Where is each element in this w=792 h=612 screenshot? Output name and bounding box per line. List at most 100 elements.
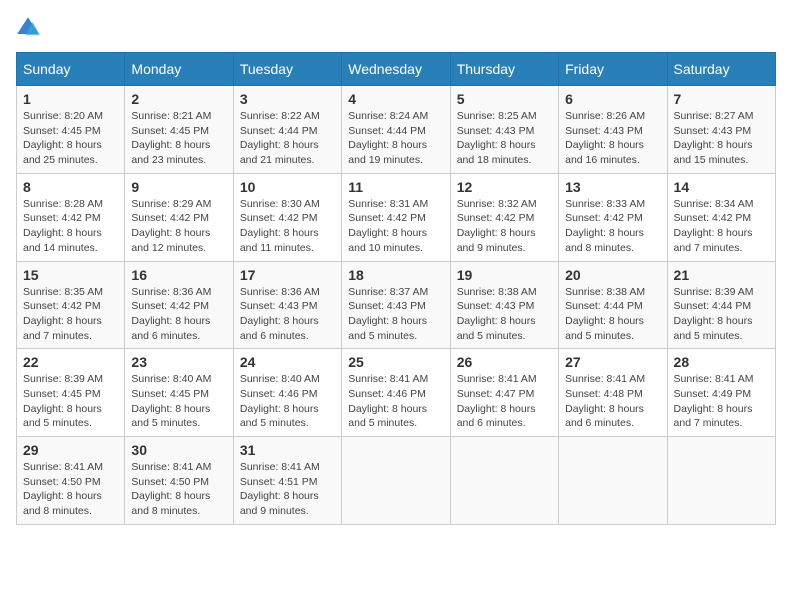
calendar-cell: 29 Sunrise: 8:41 AM Sunset: 4:50 PM Dayl… bbox=[17, 437, 125, 525]
day-number: 9 bbox=[131, 179, 226, 195]
calendar-cell: 5 Sunrise: 8:25 AM Sunset: 4:43 PM Dayli… bbox=[450, 86, 558, 174]
day-info: Sunrise: 8:31 AM Sunset: 4:42 PM Dayligh… bbox=[348, 197, 443, 256]
day-number: 5 bbox=[457, 91, 552, 107]
calendar-cell: 8 Sunrise: 8:28 AM Sunset: 4:42 PM Dayli… bbox=[17, 173, 125, 261]
day-number: 28 bbox=[674, 354, 769, 370]
day-info: Sunrise: 8:41 AM Sunset: 4:48 PM Dayligh… bbox=[565, 372, 660, 431]
day-info: Sunrise: 8:41 AM Sunset: 4:50 PM Dayligh… bbox=[131, 460, 226, 519]
calendar: SundayMondayTuesdayWednesdayThursdayFrid… bbox=[16, 52, 776, 525]
day-number: 14 bbox=[674, 179, 769, 195]
day-info: Sunrise: 8:37 AM Sunset: 4:43 PM Dayligh… bbox=[348, 285, 443, 344]
day-number: 13 bbox=[565, 179, 660, 195]
calendar-cell: 20 Sunrise: 8:38 AM Sunset: 4:44 PM Dayl… bbox=[559, 261, 667, 349]
logo-icon bbox=[16, 16, 40, 40]
calendar-cell: 24 Sunrise: 8:40 AM Sunset: 4:46 PM Dayl… bbox=[233, 349, 341, 437]
day-number: 22 bbox=[23, 354, 118, 370]
calendar-cell: 26 Sunrise: 8:41 AM Sunset: 4:47 PM Dayl… bbox=[450, 349, 558, 437]
calendar-cell bbox=[667, 437, 775, 525]
calendar-cell: 10 Sunrise: 8:30 AM Sunset: 4:42 PM Dayl… bbox=[233, 173, 341, 261]
calendar-cell bbox=[559, 437, 667, 525]
calendar-cell: 21 Sunrise: 8:39 AM Sunset: 4:44 PM Dayl… bbox=[667, 261, 775, 349]
day-number: 23 bbox=[131, 354, 226, 370]
calendar-cell: 2 Sunrise: 8:21 AM Sunset: 4:45 PM Dayli… bbox=[125, 86, 233, 174]
day-number: 20 bbox=[565, 267, 660, 283]
day-info: Sunrise: 8:34 AM Sunset: 4:42 PM Dayligh… bbox=[674, 197, 769, 256]
day-number: 31 bbox=[240, 442, 335, 458]
weekday-header-sunday: Sunday bbox=[17, 53, 125, 86]
day-info: Sunrise: 8:33 AM Sunset: 4:42 PM Dayligh… bbox=[565, 197, 660, 256]
calendar-cell: 4 Sunrise: 8:24 AM Sunset: 4:44 PM Dayli… bbox=[342, 86, 450, 174]
calendar-cell bbox=[450, 437, 558, 525]
calendar-cell: 6 Sunrise: 8:26 AM Sunset: 4:43 PM Dayli… bbox=[559, 86, 667, 174]
day-info: Sunrise: 8:35 AM Sunset: 4:42 PM Dayligh… bbox=[23, 285, 118, 344]
day-info: Sunrise: 8:40 AM Sunset: 4:46 PM Dayligh… bbox=[240, 372, 335, 431]
day-number: 7 bbox=[674, 91, 769, 107]
calendar-cell: 17 Sunrise: 8:36 AM Sunset: 4:43 PM Dayl… bbox=[233, 261, 341, 349]
day-info: Sunrise: 8:39 AM Sunset: 4:45 PM Dayligh… bbox=[23, 372, 118, 431]
day-info: Sunrise: 8:30 AM Sunset: 4:42 PM Dayligh… bbox=[240, 197, 335, 256]
calendar-cell: 19 Sunrise: 8:38 AM Sunset: 4:43 PM Dayl… bbox=[450, 261, 558, 349]
day-number: 19 bbox=[457, 267, 552, 283]
calendar-cell: 18 Sunrise: 8:37 AM Sunset: 4:43 PM Dayl… bbox=[342, 261, 450, 349]
weekday-header-saturday: Saturday bbox=[667, 53, 775, 86]
day-info: Sunrise: 8:26 AM Sunset: 4:43 PM Dayligh… bbox=[565, 109, 660, 168]
day-info: Sunrise: 8:27 AM Sunset: 4:43 PM Dayligh… bbox=[674, 109, 769, 168]
day-number: 18 bbox=[348, 267, 443, 283]
day-info: Sunrise: 8:41 AM Sunset: 4:47 PM Dayligh… bbox=[457, 372, 552, 431]
day-number: 16 bbox=[131, 267, 226, 283]
day-info: Sunrise: 8:22 AM Sunset: 4:44 PM Dayligh… bbox=[240, 109, 335, 168]
day-info: Sunrise: 8:41 AM Sunset: 4:49 PM Dayligh… bbox=[674, 372, 769, 431]
header bbox=[16, 16, 776, 40]
calendar-cell: 7 Sunrise: 8:27 AM Sunset: 4:43 PM Dayli… bbox=[667, 86, 775, 174]
day-number: 2 bbox=[131, 91, 226, 107]
day-info: Sunrise: 8:36 AM Sunset: 4:43 PM Dayligh… bbox=[240, 285, 335, 344]
day-info: Sunrise: 8:41 AM Sunset: 4:46 PM Dayligh… bbox=[348, 372, 443, 431]
calendar-cell: 30 Sunrise: 8:41 AM Sunset: 4:50 PM Dayl… bbox=[125, 437, 233, 525]
day-number: 17 bbox=[240, 267, 335, 283]
calendar-cell: 12 Sunrise: 8:32 AM Sunset: 4:42 PM Dayl… bbox=[450, 173, 558, 261]
day-number: 29 bbox=[23, 442, 118, 458]
day-info: Sunrise: 8:29 AM Sunset: 4:42 PM Dayligh… bbox=[131, 197, 226, 256]
calendar-cell: 28 Sunrise: 8:41 AM Sunset: 4:49 PM Dayl… bbox=[667, 349, 775, 437]
day-number: 27 bbox=[565, 354, 660, 370]
day-info: Sunrise: 8:20 AM Sunset: 4:45 PM Dayligh… bbox=[23, 109, 118, 168]
day-info: Sunrise: 8:32 AM Sunset: 4:42 PM Dayligh… bbox=[457, 197, 552, 256]
weekday-header-tuesday: Tuesday bbox=[233, 53, 341, 86]
calendar-cell: 11 Sunrise: 8:31 AM Sunset: 4:42 PM Dayl… bbox=[342, 173, 450, 261]
weekday-header-friday: Friday bbox=[559, 53, 667, 86]
calendar-cell: 3 Sunrise: 8:22 AM Sunset: 4:44 PM Dayli… bbox=[233, 86, 341, 174]
day-info: Sunrise: 8:41 AM Sunset: 4:51 PM Dayligh… bbox=[240, 460, 335, 519]
weekday-header-wednesday: Wednesday bbox=[342, 53, 450, 86]
weekday-header-thursday: Thursday bbox=[450, 53, 558, 86]
calendar-cell: 16 Sunrise: 8:36 AM Sunset: 4:42 PM Dayl… bbox=[125, 261, 233, 349]
day-info: Sunrise: 8:40 AM Sunset: 4:45 PM Dayligh… bbox=[131, 372, 226, 431]
day-info: Sunrise: 8:25 AM Sunset: 4:43 PM Dayligh… bbox=[457, 109, 552, 168]
day-number: 12 bbox=[457, 179, 552, 195]
calendar-cell: 25 Sunrise: 8:41 AM Sunset: 4:46 PM Dayl… bbox=[342, 349, 450, 437]
calendar-cell: 1 Sunrise: 8:20 AM Sunset: 4:45 PM Dayli… bbox=[17, 86, 125, 174]
day-info: Sunrise: 8:41 AM Sunset: 4:50 PM Dayligh… bbox=[23, 460, 118, 519]
day-number: 11 bbox=[348, 179, 443, 195]
calendar-cell: 13 Sunrise: 8:33 AM Sunset: 4:42 PM Dayl… bbox=[559, 173, 667, 261]
calendar-cell: 9 Sunrise: 8:29 AM Sunset: 4:42 PM Dayli… bbox=[125, 173, 233, 261]
weekday-header-monday: Monday bbox=[125, 53, 233, 86]
day-number: 15 bbox=[23, 267, 118, 283]
day-info: Sunrise: 8:28 AM Sunset: 4:42 PM Dayligh… bbox=[23, 197, 118, 256]
day-number: 24 bbox=[240, 354, 335, 370]
day-info: Sunrise: 8:36 AM Sunset: 4:42 PM Dayligh… bbox=[131, 285, 226, 344]
calendar-cell: 15 Sunrise: 8:35 AM Sunset: 4:42 PM Dayl… bbox=[17, 261, 125, 349]
day-info: Sunrise: 8:38 AM Sunset: 4:44 PM Dayligh… bbox=[565, 285, 660, 344]
logo bbox=[16, 16, 44, 40]
calendar-cell: 23 Sunrise: 8:40 AM Sunset: 4:45 PM Dayl… bbox=[125, 349, 233, 437]
calendar-cell: 31 Sunrise: 8:41 AM Sunset: 4:51 PM Dayl… bbox=[233, 437, 341, 525]
day-number: 26 bbox=[457, 354, 552, 370]
calendar-cell bbox=[342, 437, 450, 525]
day-number: 30 bbox=[131, 442, 226, 458]
day-info: Sunrise: 8:24 AM Sunset: 4:44 PM Dayligh… bbox=[348, 109, 443, 168]
day-number: 25 bbox=[348, 354, 443, 370]
calendar-cell: 27 Sunrise: 8:41 AM Sunset: 4:48 PM Dayl… bbox=[559, 349, 667, 437]
day-number: 8 bbox=[23, 179, 118, 195]
day-number: 1 bbox=[23, 91, 118, 107]
day-info: Sunrise: 8:21 AM Sunset: 4:45 PM Dayligh… bbox=[131, 109, 226, 168]
day-number: 4 bbox=[348, 91, 443, 107]
